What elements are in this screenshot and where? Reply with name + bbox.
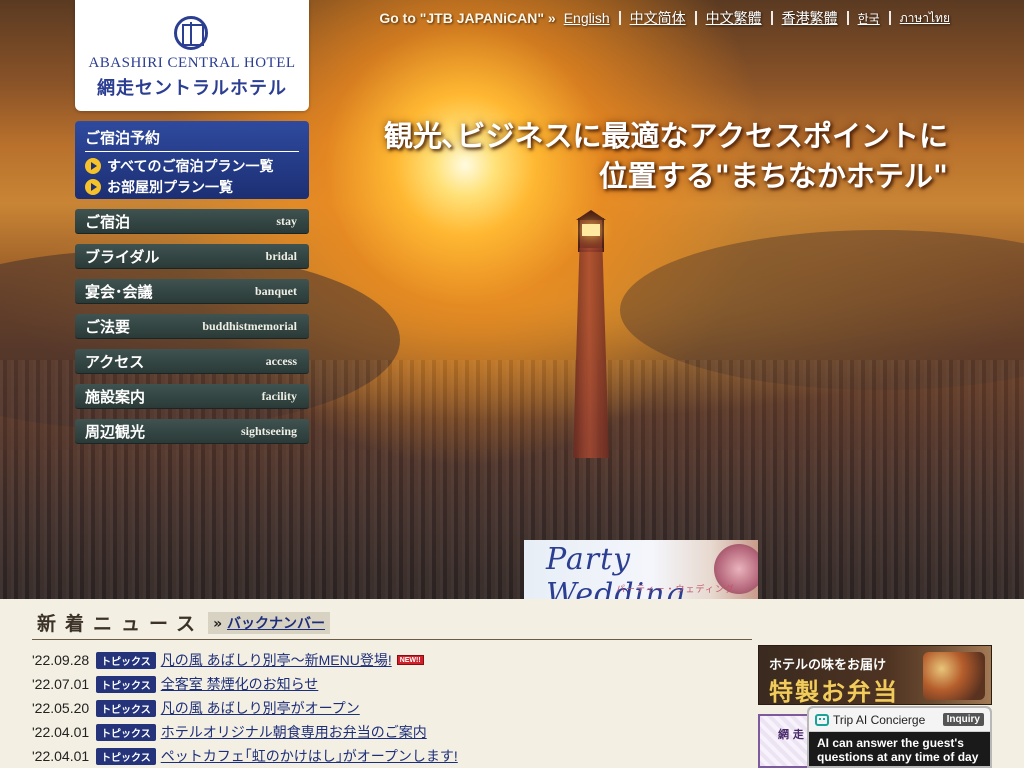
bento-food-image: [923, 652, 985, 700]
menu-item-buddhist-memorial[interactable]: ご法要 buddhistmemorial: [75, 314, 309, 339]
news-row: '22.05.20 トピックス 凡の風 あばしり別亭がオープン: [32, 696, 752, 720]
reservation-box: ご宿泊予約 すべてのご宿泊プラン一覧 お部屋別プラン一覧: [75, 121, 309, 199]
lang-divider: [846, 11, 849, 25]
room-plans-label: お部屋別プラン一覧: [107, 180, 233, 196]
menu-label-en: sightseeing: [240, 423, 297, 438]
menu-item-access[interactable]: アクセス access: [75, 349, 309, 374]
menu-label-en: access: [265, 353, 297, 368]
trip-ai-message-line-1: AI can answer the guest's: [817, 736, 964, 750]
news-tag: トピックス: [96, 723, 156, 741]
lang-korean-link[interactable]: 한국: [858, 10, 880, 27]
inquiry-button[interactable]: Inquiry: [942, 713, 984, 726]
trip-ai-concierge-widget[interactable]: Trip AI Concierge Inquiry AI can answer …: [807, 706, 992, 768]
hotel-emblem-icon: [174, 16, 208, 50]
backnumber-arrow: »: [213, 615, 223, 632]
lang-hongkong-link[interactable]: 香港繁體: [782, 8, 838, 28]
purple-banner-text: 網 走: [778, 728, 804, 741]
menu-item-facility[interactable]: 施設案内 facility: [75, 384, 309, 409]
language-nav: Go to "JTB JAPANiCAN" » English 中文简体 中文繁…: [379, 8, 950, 28]
news-list: '22.09.28 トピックス 凡の風 あばしり別亭〜新MENU登場! NEW!…: [32, 648, 752, 768]
all-plans-link[interactable]: すべてのご宿泊プラン一覧: [85, 156, 299, 176]
side-menu: ご宿泊 stay ブライダル bridal 宴会･会議 banquet ご法要 …: [75, 209, 309, 454]
menu-label-ja: ブライダル: [85, 247, 160, 266]
jtb-japanican-link[interactable]: Go to "JTB JAPANiCAN" »: [379, 10, 555, 26]
news-link[interactable]: 凡の風 あばしり別亭〜新MENU登場!: [161, 650, 392, 670]
news-link[interactable]: ホテルオリジナル朝食専用お弁当のご案内: [161, 722, 427, 742]
all-plans-label: すべてのご宿泊プラン一覧: [107, 159, 274, 175]
new-badge: NEW!!: [396, 655, 424, 665]
news-link[interactable]: 凡の風 あばしり別亭がオープン: [161, 698, 360, 718]
news-date: '22.07.01: [32, 676, 90, 692]
lighthouse-illustration: [560, 210, 622, 458]
lang-chinese-traditional-link[interactable]: 中文繁體: [706, 8, 762, 28]
news-link[interactable]: 全客室 禁煙化のお知らせ: [161, 674, 319, 694]
arrow-bullet-icon: [85, 158, 101, 174]
news-date: '22.04.01: [32, 748, 90, 764]
reservation-title: ご宿泊予約: [85, 127, 299, 152]
news-date: '22.09.28: [32, 652, 90, 668]
news-backnumber: » バックナンバー: [208, 611, 330, 634]
news-tag: トピックス: [96, 675, 156, 693]
hero-city-band-lower: [0, 450, 1024, 599]
menu-label-ja: ご宿泊: [85, 212, 131, 231]
trip-ai-header: Trip AI Concierge Inquiry: [809, 708, 990, 732]
logo-japanese-name: 網走セントラルホテル: [97, 78, 287, 99]
menu-item-bridal[interactable]: ブライダル bridal: [75, 244, 309, 269]
menu-label-en: buddhistmemorial: [202, 318, 297, 333]
backnumber-link[interactable]: バックナンバー: [227, 616, 325, 632]
party-wedding-subtitle: パーティー・ウェディング: [616, 585, 735, 595]
news-date: '22.04.01: [32, 724, 90, 740]
menu-label-en: facility: [261, 388, 297, 403]
menu-label-en: bridal: [265, 248, 297, 263]
lang-divider: [618, 11, 621, 25]
hotel-logo[interactable]: ABASHIRI CENTRAL HOTEL 網走セントラルホテル: [75, 0, 309, 111]
hero-catchcopy: 観光､ビジネスに最適なアクセスポイントに 位置する"まちなかホテル": [384, 116, 948, 196]
trip-ai-message-line-2: questions at any time of day: [817, 750, 979, 764]
trip-ai-message: AI can answer the guest's questions at a…: [809, 732, 990, 766]
news-tag: トピックス: [96, 651, 156, 669]
menu-item-banquet[interactable]: 宴会･会議 banquet: [75, 279, 309, 304]
news-title: 新着ニュース: [37, 613, 205, 635]
party-wedding-banner[interactable]: Party Wedding パーティー・ウェディング: [524, 540, 758, 599]
hero-line-1: 観光､ビジネスに最適なアクセスポイントに: [383, 119, 948, 153]
robot-icon: [815, 713, 829, 726]
bento-line-2: 特製お弁当: [769, 678, 899, 705]
news-row: '22.04.01 トピックス ホテルオリジナル朝食専用お弁当のご案内: [32, 720, 752, 744]
lang-thai-link[interactable]: ภาษาไทย: [900, 9, 950, 28]
news-link[interactable]: ペットカフェ｢虹のかけはし｣がオープンします!: [161, 746, 458, 766]
room-plans-link[interactable]: お部屋別プラン一覧: [85, 177, 299, 197]
menu-label-en: banquet: [254, 283, 297, 298]
arrow-bullet-icon: [85, 179, 101, 195]
lang-divider: [694, 11, 697, 25]
news-date: '22.05.20: [32, 700, 90, 716]
menu-label-en: stay: [276, 213, 297, 228]
menu-item-sightseeing[interactable]: 周辺観光 sightseeing: [75, 419, 309, 444]
news-tag: トピックス: [96, 699, 156, 717]
menu-item-stay[interactable]: ご宿泊 stay: [75, 209, 309, 234]
lang-divider: [888, 11, 891, 25]
bento-banner[interactable]: ホテルの味をお届け 特製お弁当: [758, 645, 992, 705]
lang-divider: [770, 11, 773, 25]
menu-label-ja: 宴会･会議: [85, 282, 153, 301]
menu-label-ja: 周辺観光: [85, 422, 146, 441]
news-header: 新着ニュース » バックナンバー: [32, 606, 752, 640]
menu-label-ja: ご法要: [85, 317, 131, 336]
news-row: '22.07.01 トピックス 全客室 禁煙化のお知らせ: [32, 672, 752, 696]
news-tag: トピックス: [96, 747, 156, 765]
trip-ai-name: Trip AI Concierge: [833, 712, 926, 727]
news-section: 新着ニュース » バックナンバー '22.09.28 トピックス 凡の風 あばし…: [32, 606, 752, 768]
menu-label-ja: アクセス: [85, 352, 145, 371]
menu-label-ja: 施設案内: [85, 387, 146, 406]
bento-line-1: ホテルの味をお届け: [769, 658, 887, 673]
hero-line-2: 位置する"まちなかホテル": [598, 159, 948, 193]
logo-english-name: ABASHIRI CENTRAL HOTEL: [88, 55, 296, 71]
lang-english-link[interactable]: English: [564, 10, 610, 26]
news-row: '22.09.28 トピックス 凡の風 あばしり別亭〜新MENU登場! NEW!…: [32, 648, 752, 672]
news-row: '22.04.01 トピックス ペットカフェ｢虹のかけはし｣がオープンします!: [32, 744, 752, 768]
lang-chinese-simplified-link[interactable]: 中文简体: [630, 8, 686, 28]
